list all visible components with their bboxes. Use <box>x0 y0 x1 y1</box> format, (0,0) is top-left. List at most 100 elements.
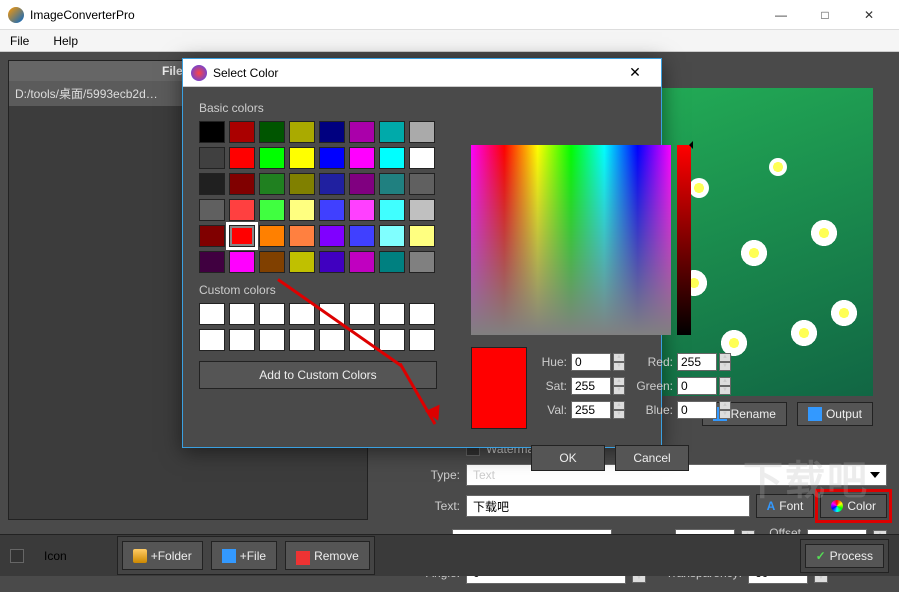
maximize-button[interactable]: □ <box>803 1 847 29</box>
basic-swatch[interactable] <box>409 251 435 273</box>
add-custom-button[interactable]: Add to Custom Colors <box>199 361 437 389</box>
basic-swatch[interactable] <box>409 147 435 169</box>
custom-swatch[interactable] <box>319 303 345 325</box>
red-spinner[interactable]: ▲▼ <box>719 353 733 371</box>
custom-swatch[interactable] <box>289 303 315 325</box>
basic-swatch[interactable] <box>289 225 315 247</box>
basic-swatch[interactable] <box>319 225 345 247</box>
basic-swatch[interactable] <box>259 147 285 169</box>
basic-swatch[interactable] <box>379 121 405 143</box>
custom-swatch[interactable] <box>349 303 375 325</box>
basic-swatch[interactable] <box>349 121 375 143</box>
basic-swatch[interactable] <box>199 251 225 273</box>
basic-swatch[interactable] <box>289 251 315 273</box>
add-folder-button[interactable]: +Folder <box>122 541 203 570</box>
output-button[interactable]: Output <box>797 402 873 426</box>
basic-swatch[interactable] <box>199 121 225 143</box>
text-input[interactable] <box>466 495 750 517</box>
basic-swatch[interactable] <box>409 199 435 221</box>
main-titlebar: ImageConverterPro ― □ ✕ <box>0 0 899 30</box>
custom-swatch[interactable] <box>379 329 405 351</box>
basic-swatch[interactable] <box>229 199 255 221</box>
basic-swatch[interactable] <box>349 225 375 247</box>
basic-swatch[interactable] <box>379 225 405 247</box>
basic-swatch[interactable] <box>379 173 405 195</box>
basic-swatch[interactable] <box>289 147 315 169</box>
basic-swatch[interactable] <box>319 173 345 195</box>
blue-input[interactable] <box>677 401 717 419</box>
basic-swatch[interactable] <box>229 225 255 247</box>
green-spinner[interactable]: ▲▼ <box>719 377 733 395</box>
basic-swatch[interactable] <box>229 147 255 169</box>
basic-swatch[interactable] <box>289 199 315 221</box>
basic-swatch[interactable] <box>259 225 285 247</box>
basic-swatch[interactable] <box>259 173 285 195</box>
cancel-button[interactable]: Cancel <box>615 445 689 471</box>
color-button[interactable]: Color <box>820 494 887 518</box>
basic-swatch[interactable] <box>289 121 315 143</box>
val-label: Val: <box>535 403 569 417</box>
basic-swatch[interactable] <box>409 225 435 247</box>
bottom-toolbar: Icon +Folder +File Remove Process <box>0 534 899 576</box>
basic-swatch[interactable] <box>349 147 375 169</box>
basic-swatch[interactable] <box>229 121 255 143</box>
font-button[interactable]: AFont <box>756 494 815 518</box>
custom-swatch[interactable] <box>229 303 255 325</box>
basic-swatch[interactable] <box>319 251 345 273</box>
custom-swatch[interactable] <box>229 329 255 351</box>
basic-swatch[interactable] <box>319 147 345 169</box>
red-input[interactable] <box>677 353 717 371</box>
custom-swatch[interactable] <box>199 303 225 325</box>
sat-input[interactable] <box>571 377 611 395</box>
basic-swatch[interactable] <box>349 173 375 195</box>
basic-swatch[interactable] <box>379 147 405 169</box>
hue-strip[interactable] <box>677 145 691 335</box>
dialog-close-button[interactable]: ✕ <box>617 64 653 81</box>
val-input[interactable] <box>571 401 611 419</box>
ok-button[interactable]: OK <box>531 445 605 471</box>
add-file-button[interactable]: +File <box>211 541 277 570</box>
basic-swatch[interactable] <box>349 251 375 273</box>
hue-spinner[interactable]: ▲▼ <box>613 353 627 371</box>
basic-swatch[interactable] <box>199 225 225 247</box>
basic-swatch[interactable] <box>409 121 435 143</box>
custom-swatch[interactable] <box>199 329 225 351</box>
custom-swatch[interactable] <box>259 329 285 351</box>
basic-swatch[interactable] <box>349 199 375 221</box>
basic-swatch[interactable] <box>259 121 285 143</box>
basic-swatch[interactable] <box>379 251 405 273</box>
custom-swatch[interactable] <box>409 303 435 325</box>
close-button[interactable]: ✕ <box>847 1 891 29</box>
blue-spinner[interactable]: ▲▼ <box>719 401 733 419</box>
custom-swatch[interactable] <box>379 303 405 325</box>
minimize-button[interactable]: ― <box>759 1 803 29</box>
basic-swatch[interactable] <box>289 173 315 195</box>
dialog-title: Select Color <box>213 66 617 80</box>
custom-swatch[interactable] <box>259 303 285 325</box>
basic-swatch[interactable] <box>229 173 255 195</box>
basic-swatch[interactable] <box>199 147 225 169</box>
basic-swatch[interactable] <box>259 251 285 273</box>
basic-swatch[interactable] <box>319 199 345 221</box>
custom-swatch[interactable] <box>319 329 345 351</box>
remove-button[interactable]: Remove <box>285 541 370 570</box>
icon-checkbox[interactable] <box>10 549 24 563</box>
color-gradient[interactable] <box>471 145 671 335</box>
basic-swatch[interactable] <box>259 199 285 221</box>
process-button[interactable]: Process <box>805 544 884 568</box>
basic-swatch[interactable] <box>199 199 225 221</box>
custom-swatch[interactable] <box>289 329 315 351</box>
hue-input[interactable] <box>571 353 611 371</box>
val-spinner[interactable]: ▲▼ <box>613 401 627 419</box>
menu-file[interactable]: File <box>4 32 35 50</box>
basic-swatch[interactable] <box>409 173 435 195</box>
basic-swatch[interactable] <box>199 173 225 195</box>
basic-swatch[interactable] <box>229 251 255 273</box>
basic-swatch[interactable] <box>379 199 405 221</box>
sat-spinner[interactable]: ▲▼ <box>613 377 627 395</box>
menu-help[interactable]: Help <box>47 32 84 50</box>
green-input[interactable] <box>677 377 717 395</box>
custom-swatch[interactable] <box>349 329 375 351</box>
custom-swatch[interactable] <box>409 329 435 351</box>
basic-swatch[interactable] <box>319 121 345 143</box>
